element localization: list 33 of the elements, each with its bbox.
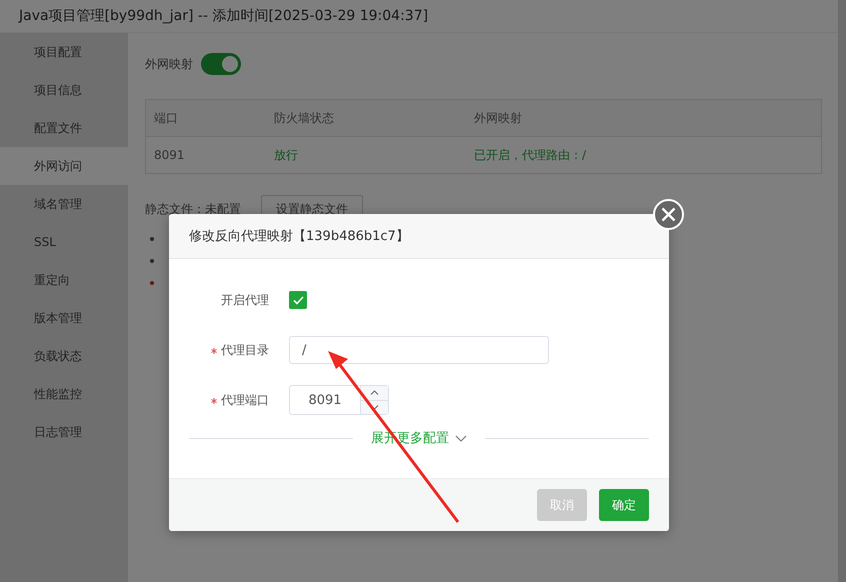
sidebar-item[interactable]: 日志管理 [0, 413, 128, 451]
column-header: 防火墙状态 [274, 110, 335, 126]
number-spinner[interactable]: 8091 [289, 385, 389, 415]
table-cell-text: 8091 [154, 148, 186, 162]
sidebar-item[interactable]: 负载状态 [0, 337, 128, 375]
table-cell-text: 已开启，代理路由：/ [474, 146, 588, 164]
check-icon [292, 296, 304, 304]
sidebar-item[interactable]: SSL [0, 223, 128, 261]
chevron-down-icon [455, 434, 467, 442]
sidebar-item[interactable]: 性能监控 [0, 375, 128, 413]
table-cell-text: 放行 [274, 146, 299, 164]
input-field[interactable]: / [289, 336, 549, 364]
switch-label: 外网映射 [145, 56, 193, 72]
sidebar-item[interactable]: 项目配置 [0, 33, 128, 71]
bullet-icon [150, 258, 154, 262]
field-label: 开启代理 [220, 292, 270, 308]
sidebar-item[interactable]: 版本管理 [0, 299, 128, 337]
bullet-icon [150, 236, 154, 240]
column-header: 端口 [154, 110, 179, 126]
column-header: 外网映射 [474, 110, 523, 126]
sidebar-item[interactable]: 外网访问 [0, 147, 128, 185]
sidebar-item[interactable]: 重定向 [0, 261, 128, 299]
sidebar-item[interactable]: 项目信息 [0, 71, 128, 109]
field-label: 代理目录 [221, 342, 269, 356]
input-field[interactable]: 8091 [290, 386, 360, 414]
checkbox[interactable] [289, 291, 307, 309]
sidebar-item[interactable]: 域名管理 [0, 185, 128, 223]
confirm-button[interactable]: 确定 [599, 489, 649, 521]
dialog-title: 修改反向代理映射【139b486b1c7】 [169, 214, 669, 259]
sidebar-item[interactable]: 配置文件 [0, 109, 128, 147]
toggle-switch[interactable] [201, 53, 241, 75]
field-label: 代理端口 [221, 392, 269, 406]
bullet-icon [150, 280, 154, 284]
